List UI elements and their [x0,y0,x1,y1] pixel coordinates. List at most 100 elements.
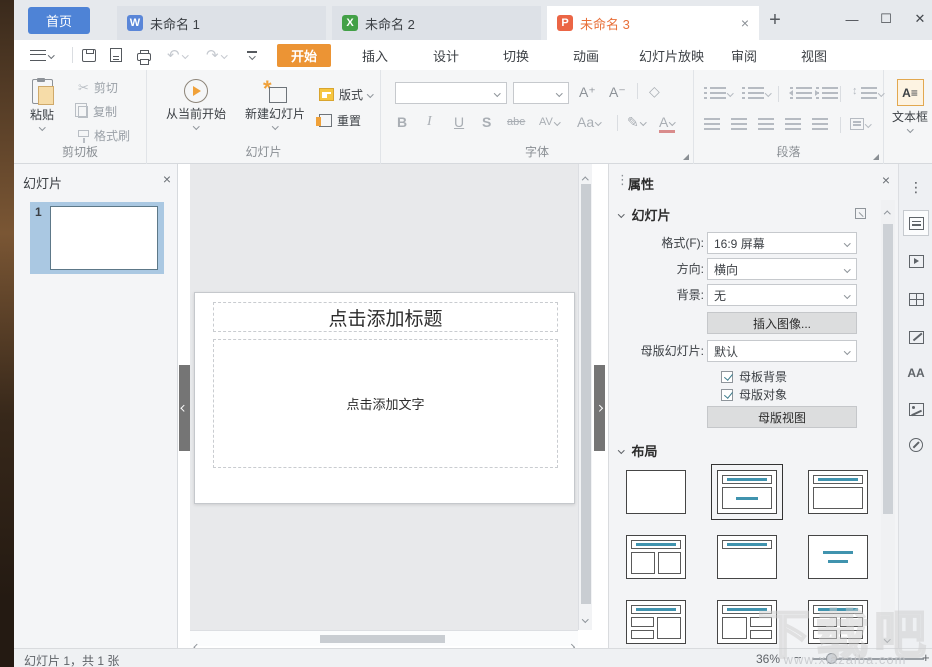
title-placeholder[interactable]: 点击添加标题 [213,302,558,332]
horizontal-scroll-thumb[interactable] [320,635,445,643]
highlight-button[interactable]: ✎ [627,114,645,131]
redo-button[interactable]: ↷ [206,44,226,66]
zoom-in-button[interactable]: + [922,650,930,665]
change-case-button[interactable]: Aa [577,114,601,130]
scroll-up-button[interactable] [883,202,892,221]
layout-thumbnail-grid[interactable] [808,600,868,644]
layout-thumbnail-title-only[interactable] [717,535,777,579]
ribbon-tab-animation[interactable]: 动画 [573,44,599,67]
master-background-checkbox[interactable]: 母板背景 [721,368,787,385]
paragraph-dialog-launcher[interactable] [873,154,879,160]
font-color-button[interactable]: A [659,114,675,133]
layout-thumbnail-two-content[interactable] [626,535,686,579]
tab-document-2[interactable]: X 未命名 2 [332,6,541,40]
zoom-out-button[interactable]: − [794,650,802,665]
zoom-slider-thumb[interactable] [826,653,837,664]
insert-image-button[interactable]: 插入图像... [707,312,857,334]
font-dialog-launcher[interactable] [683,154,689,160]
sidebar-browser-button[interactable] [903,432,929,458]
scroll-down-button[interactable] [581,607,590,626]
bold-button[interactable]: B [397,114,407,130]
sidebar-table-button[interactable] [903,286,929,312]
increase-font-button[interactable]: A⁺ [579,84,596,101]
print-button[interactable] [137,44,151,66]
clear-format-button[interactable]: ◇ [649,83,660,100]
slides-panel-close-button[interactable]: × [163,171,171,187]
character-spacing-button[interactable]: AV [539,116,559,128]
format-combobox[interactable]: 16:9 屏幕 [707,232,857,254]
background-dropdown[interactable] [839,285,856,305]
save-button[interactable] [82,44,96,66]
ribbon-tab-slideshow[interactable]: 幻灯片放映 [639,44,704,67]
text-direction-button[interactable] [850,118,871,130]
new-slide-button[interactable]: 新建幻灯片 [239,79,311,129]
body-placeholder[interactable]: 点击添加文字 [213,339,558,468]
layout-thumbnail-centered-text[interactable] [808,535,868,579]
master-slide-dropdown[interactable] [839,341,856,361]
tab-document-3-active[interactable]: P 未命名 3 × [547,6,759,40]
minimize-button[interactable]: — [838,6,866,32]
format-painter-button[interactable]: 格式刷 [78,127,130,144]
new-tab-button[interactable]: + [762,8,788,32]
master-slide-combobox[interactable]: 默认 [707,340,857,362]
maximize-button[interactable]: ☐ [872,6,900,32]
section-slide-header[interactable]: 幻灯片 [609,204,878,224]
underline-button[interactable]: U [454,114,464,130]
format-dropdown[interactable] [839,233,856,253]
align-left-button[interactable] [704,118,720,130]
slide-thumbnail-1[interactable]: 1 [30,202,164,274]
layout-thumbnail-one-left-two-right[interactable] [717,600,777,644]
sidebar-fonts-button[interactable]: AA [903,360,929,386]
sidebar-properties-button[interactable] [903,210,929,236]
ribbon-tab-insert[interactable]: 插入 [362,44,388,67]
increase-indent-button[interactable] [816,87,838,99]
font-size-combobox[interactable] [513,82,569,104]
collapse-properties-panel-handle[interactable] [594,365,605,451]
reset-slide-button[interactable]: 重置 [319,112,361,129]
canvas-horizontal-scrollbar[interactable] [190,630,578,646]
font-name-combobox[interactable] [395,82,507,104]
align-right-button[interactable] [758,118,774,130]
copy-button[interactable]: 复制 [78,103,117,120]
bullets-button[interactable] [704,87,733,99]
paste-button[interactable]: 粘贴 [30,79,54,130]
slide-layout-button[interactable]: 版式 [319,86,373,103]
font-size-dropdown[interactable] [551,83,568,103]
numbering-button[interactable] [742,87,771,99]
play-from-current-button[interactable]: 从当前开始 [163,79,229,129]
canvas-vertical-scrollbar[interactable] [578,164,592,630]
ribbon-tab-review[interactable]: 审阅 [731,44,757,67]
justify-button[interactable] [785,118,801,130]
slide-properties-launcher[interactable] [855,208,866,219]
zoom-slider-track[interactable] [812,658,924,660]
orientation-dropdown[interactable] [839,259,856,279]
sidebar-more-button[interactable]: ⋮ [903,174,929,200]
text-shadow-button[interactable]: S [482,114,491,130]
ribbon-tab-transition[interactable]: 切换 [503,44,529,67]
close-window-button[interactable]: ✕ [906,6,932,32]
cut-button[interactable]: ✂ 剪切 [78,79,118,96]
section-layout-header[interactable]: 布局 [609,440,878,460]
home-tab[interactable]: 首页 [28,7,90,34]
italic-button[interactable]: I [427,114,432,130]
master-view-button[interactable]: 母版视图 [707,406,857,428]
ribbon-tab-view[interactable]: 视图 [801,44,827,67]
main-menu-button[interactable] [30,44,54,66]
scroll-down-button[interactable] [883,627,892,646]
layout-thumbnail-blank[interactable] [626,470,686,514]
ribbon-tab-start[interactable]: 开始 [277,44,331,67]
orientation-combobox[interactable]: 横向 [707,258,857,280]
font-name-dropdown[interactable] [489,83,506,103]
distribute-button[interactable] [812,118,828,130]
decrease-font-button[interactable]: A⁻ [609,84,626,101]
strikethrough-button[interactable]: abe [507,116,525,128]
sidebar-edit-button[interactable] [903,324,929,350]
customize-quickbar-button[interactable] [246,44,258,66]
ribbon-tab-design[interactable]: 设计 [433,44,459,67]
properties-scrollbar[interactable] [881,200,895,648]
collapse-slides-panel-handle[interactable] [179,365,190,451]
export-pdf-button[interactable] [110,44,122,66]
undo-button[interactable]: ↶ [167,44,187,66]
close-tab-button[interactable]: × [741,15,749,31]
layout-thumbnail-two-left-one-right[interactable] [626,600,686,644]
